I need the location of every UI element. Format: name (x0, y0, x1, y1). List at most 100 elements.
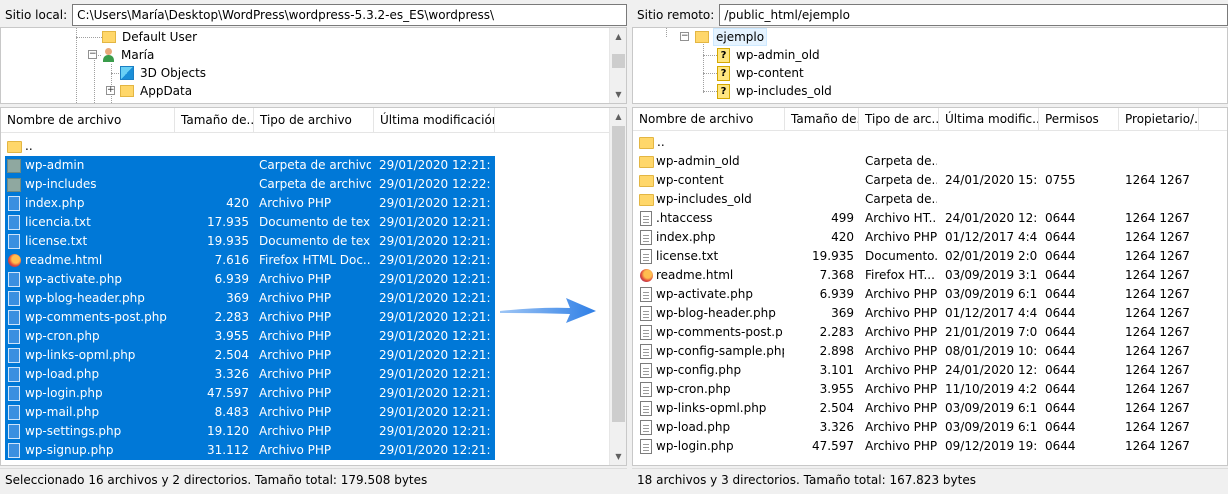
table-row[interactable]: wp-login.php 47.597 Archivo PHP 29/01/2020 … (1, 384, 626, 403)
filename-cell: licencia.txt (25, 215, 91, 229)
modified-cell: 29/01/2020 12:21:23 (379, 329, 491, 343)
folder-icon (639, 137, 654, 149)
table-row[interactable]: license.txt 19.935 Documento... 02/01/2019 … (633, 247, 1227, 266)
file-icon (640, 249, 652, 264)
local-pane: Sitio local: C:\Users\María\Desktop\Word… (0, 0, 627, 494)
table-row[interactable]: wp-load.php 3.326 Archivo PHP 03/09/2019 6:… (633, 418, 1227, 437)
filename-cell: wp-login.php (25, 386, 103, 400)
table-row[interactable]: wp-includes_old Carpeta de... (633, 190, 1227, 209)
local-path-input[interactable]: C:\Users\María\Desktop\WordPress\wordpre… (72, 4, 627, 26)
column-type[interactable]: Tipo de arc... (859, 108, 939, 131)
tree-item[interactable]: María (102, 46, 156, 64)
scroll-thumb[interactable] (612, 126, 625, 422)
owner-cell: 1264 1267 (1125, 268, 1190, 282)
parent-dir-row[interactable]: .. (633, 133, 1227, 152)
owner-cell: 1264 1267 (1125, 306, 1190, 320)
type-cell: Carpeta de... (865, 192, 937, 206)
tree-item-selected[interactable]: ejemplo (695, 28, 768, 46)
file-icon (8, 310, 20, 325)
table-row[interactable]: wp-blog-header.php 369 Archivo PHP 01/12/20… (633, 304, 1227, 323)
table-row[interactable]: wp-cron.php 3.955 Archivo PHP 11/10/2019 4:… (633, 380, 1227, 399)
size-cell: 7.368 (819, 268, 854, 282)
size-cell: 2.898 (819, 344, 854, 358)
modified-cell: 29/01/2020 12:21:23 (379, 272, 491, 286)
permissions-cell: 0644 (1045, 230, 1076, 244)
column-size[interactable]: Tamaño de... (175, 108, 254, 133)
tree-item[interactable]: AppData (120, 82, 194, 100)
remote-path-input[interactable]: /public_html/ejemplo (719, 4, 1228, 26)
remote-file-list[interactable]: Nombre de archivo Tamaño de... Tipo de a… (632, 107, 1228, 466)
table-row[interactable]: wp-admin Carpeta de archivos 29/01/2020 12… (1, 156, 626, 175)
unknown-folder-icon: ? (717, 47, 730, 63)
table-row[interactable]: wp-links-opml.php 2.504 Archivo PHP 29/01/2… (1, 346, 626, 365)
column-filename[interactable]: Nombre de archivo (1, 108, 175, 133)
filename-cell: wp-load.php (656, 420, 731, 434)
collapse-icon[interactable]: − (680, 32, 689, 41)
table-row[interactable]: .htaccess 499 Archivo HT... 24/01/2020 12:.… (633, 209, 1227, 228)
size-cell: 3.326 (214, 367, 249, 381)
parent-dir-row[interactable]: .. (1, 137, 626, 156)
permissions-cell: 0644 (1045, 363, 1076, 377)
table-row[interactable]: wp-comments-post.p... 2.283 Archivo PHP 21/… (633, 323, 1227, 342)
table-row[interactable]: wp-content Carpeta de... 24/01/2020 15:...… (633, 171, 1227, 190)
table-row[interactable]: readme.html 7.368 Firefox HT... 03/09/2019 … (633, 266, 1227, 285)
scroll-up-icon[interactable]: ▲ (610, 108, 626, 125)
table-row[interactable]: licencia.txt 17.935 Documento de tex... 29/… (1, 213, 626, 232)
column-modified[interactable]: Última modificación (374, 108, 495, 133)
table-row[interactable]: wp-load.php 3.326 Archivo PHP 29/01/2020 12… (1, 365, 626, 384)
table-row[interactable]: wp-config.php 3.101 Archivo PHP 24/01/2020 … (633, 361, 1227, 380)
table-row[interactable]: wp-links-opml.php 2.504 Archivo PHP 03/09/2… (633, 399, 1227, 418)
scroll-thumb[interactable] (612, 54, 625, 68)
filename-cell: wp-settings.php (25, 424, 122, 438)
modified-cell: 03/09/2019 6:1... (945, 287, 1037, 301)
table-row[interactable]: wp-mail.php 8.483 Archivo PHP 29/01/2020 12… (1, 403, 626, 422)
table-row[interactable]: wp-activate.php 6.939 Archivo PHP 03/09/201… (633, 285, 1227, 304)
table-row[interactable]: index.php 420 Archivo PHP 01/12/2017 4:4...… (633, 228, 1227, 247)
column-owner[interactable]: Propietario/... (1119, 108, 1199, 131)
table-row[interactable]: license.txt 19.935 Documento de tex... 29/0… (1, 232, 626, 251)
table-row[interactable]: readme.html 7.616 Firefox HTML Doc... 29/01… (1, 251, 626, 270)
column-type[interactable]: Tipo de archivo (254, 108, 374, 133)
table-row[interactable]: index.php 420 Archivo PHP 29/01/2020 12:21:… (1, 194, 626, 213)
scroll-up-icon[interactable]: ▲ (610, 28, 626, 45)
tree-item[interactable]: ? wp-content (717, 64, 806, 82)
owner-cell: 1264 1267 (1125, 401, 1190, 415)
table-row[interactable]: wp-cron.php 3.955 Archivo PHP 29/01/2020 12… (1, 327, 626, 346)
filename-cell: readme.html (25, 253, 103, 267)
table-row[interactable]: wp-activate.php 6.939 Archivo PHP 29/01/202… (1, 270, 626, 289)
table-row[interactable]: wp-settings.php 19.120 Archivo PHP 29/01/20… (1, 422, 626, 441)
remote-address-bar: Sitio remoto: /public_html/ejemplo (632, 4, 1228, 26)
filename-cell: wp-links-opml.php (656, 401, 767, 415)
column-filename[interactable]: Nombre de archivo (633, 108, 785, 131)
table-row[interactable]: wp-signup.php 31.112 Archivo PHP 29/01/2020… (1, 441, 626, 460)
expand-icon[interactable]: + (106, 86, 115, 95)
column-size[interactable]: Tamaño de... (785, 108, 859, 131)
permissions-cell: 0644 (1045, 401, 1076, 415)
modified-cell: 29/01/2020 12:21:23 (379, 405, 491, 419)
size-cell: 8.483 (214, 405, 249, 419)
filename-cell: wp-config.php (656, 363, 742, 377)
local-directory-tree[interactable]: − + Default User María 3D Objects AppDat… (0, 27, 627, 104)
size-cell: 3.101 (819, 363, 854, 377)
tree-item[interactable]: Default User (102, 28, 199, 46)
column-permissions[interactable]: Permisos (1039, 108, 1119, 131)
tree-item[interactable]: ? wp-admin_old (717, 46, 822, 64)
table-row[interactable]: wp-includes Carpeta de archivos 29/01/2020… (1, 175, 626, 194)
table-row[interactable]: wp-login.php 47.597 Archivo PHP 09/12/2019 … (633, 437, 1227, 456)
table-row[interactable]: wp-admin_old Carpeta de... (633, 152, 1227, 171)
scroll-down-icon[interactable]: ▼ (610, 448, 626, 465)
local-file-list[interactable]: Nombre de archivo Tamaño de... Tipo de a… (0, 107, 627, 466)
filename-cell: wp-cron.php (25, 329, 100, 343)
local-list-scrollbar[interactable]: ▲ ▼ (609, 108, 626, 465)
size-cell: 499 (831, 211, 854, 225)
column-modified[interactable]: Última modific... (939, 108, 1039, 131)
table-row[interactable]: wp-config-sample.php 2.898 Archivo PHP 08/0… (633, 342, 1227, 361)
type-cell: Archivo HT... (865, 211, 937, 225)
scroll-down-icon[interactable]: ▼ (610, 86, 626, 103)
tree-item[interactable]: 3D Objects (120, 64, 208, 82)
collapse-icon[interactable]: − (88, 50, 97, 59)
local-tree-scrollbar[interactable]: ▲ ▼ (609, 28, 626, 103)
type-cell: Documento de tex... (259, 234, 371, 248)
remote-directory-tree[interactable]: − ejemplo ? wp-admin_old ? wp-content ? … (632, 27, 1228, 104)
tree-item[interactable]: ? wp-includes_old (717, 82, 834, 100)
